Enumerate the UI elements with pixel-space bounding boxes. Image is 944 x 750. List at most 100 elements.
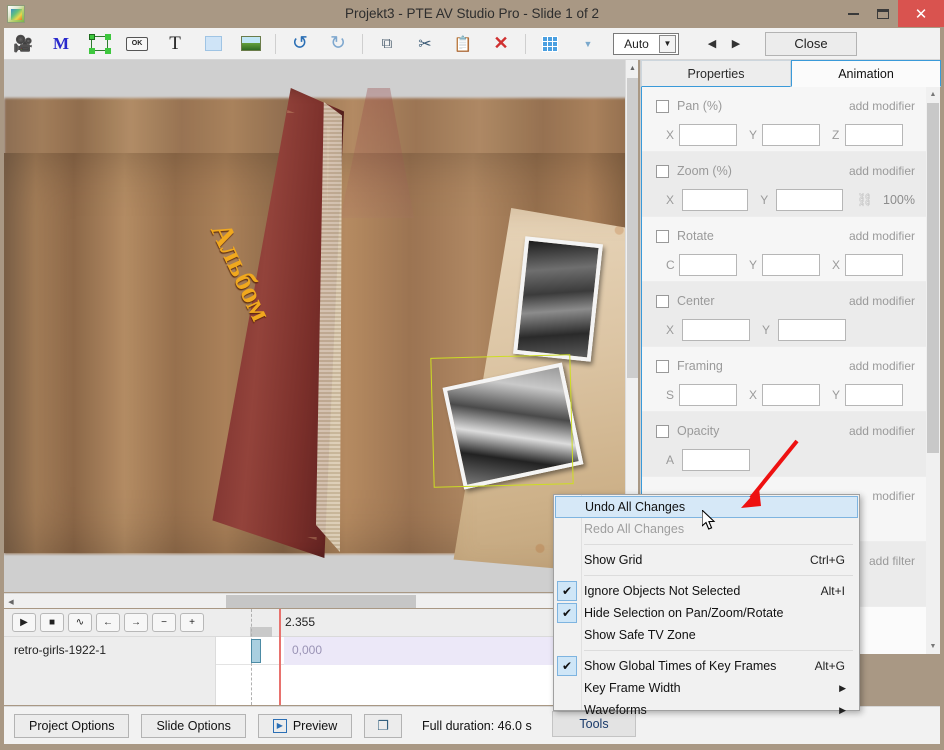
rotate-add-modifier-link[interactable]: add modifier: [849, 229, 915, 243]
menu-item-waveforms[interactable]: Waveforms ▶: [554, 699, 859, 721]
zoom-add-modifier-link[interactable]: add modifier: [849, 164, 915, 178]
redo-icon[interactable]: ↻: [319, 29, 357, 59]
timeline-track-row[interactable]: retro-girls-1922-1 0,000: [4, 637, 638, 665]
framing-add-modifier-link[interactable]: add modifier: [849, 359, 915, 373]
delete-icon[interactable]: ✕: [482, 29, 520, 59]
chain-link-icon[interactable]: ⛓: [857, 192, 874, 208]
center-checkbox[interactable]: [656, 294, 669, 308]
button-object-icon[interactable]: OK: [118, 29, 156, 59]
play-button[interactable]: ▶: [12, 613, 36, 632]
row-header: Center add modifier: [656, 292, 915, 310]
stop-button[interactable]: ■: [40, 613, 64, 632]
zoom-level-select[interactable]: Auto ▼: [613, 32, 679, 55]
framing-s-input[interactable]: [679, 384, 737, 406]
preview-area[interactable]: Альбом ▲: [4, 60, 638, 592]
tab-properties[interactable]: Properties: [641, 60, 791, 87]
zoom-y-input[interactable]: [775, 189, 843, 211]
pan-x-input[interactable]: [679, 124, 737, 146]
tab-animation[interactable]: Animation: [791, 60, 941, 87]
rotate-y-input[interactable]: [762, 254, 820, 276]
menu-item-hide-selection-on-pan-zoom-rotate[interactable]: ✔ Hide Selection on Pan/Zoom/Rotate: [554, 602, 859, 624]
opacity-a-input[interactable]: [682, 449, 750, 471]
keyframe-marker-box[interactable]: [250, 627, 272, 637]
rotate-x-input[interactable]: [845, 254, 903, 276]
preview-label: Preview: [292, 718, 338, 733]
menu-item-shortcut: Alt+I: [820, 584, 845, 598]
preview-button[interactable]: ▶ Preview: [257, 713, 353, 738]
project-options-button[interactable]: Project Options: [14, 713, 130, 738]
scrollbar-thumb[interactable]: [226, 595, 416, 608]
panel-vertical-scrollbar[interactable]: ▲ ▼: [926, 87, 940, 654]
menu-item-undo-all-changes[interactable]: Undo All Changes: [555, 496, 858, 518]
frame-icon[interactable]: [80, 29, 118, 59]
chevron-down-icon[interactable]: ▼: [659, 34, 676, 53]
opacity-add-modifier-link[interactable]: add modifier: [849, 424, 915, 438]
keyframe-handle[interactable]: [251, 639, 261, 663]
zoom-percent-value: 100%: [883, 193, 915, 207]
menu-item-key-frame-width[interactable]: Key Frame Width ▶: [554, 677, 859, 699]
timeline-horizontal-scrollbar[interactable]: ◀: [4, 593, 638, 608]
paste-icon[interactable]: 📋: [444, 29, 482, 59]
copy-icon[interactable]: ⧉: [368, 29, 406, 59]
framing-y-input[interactable]: [845, 384, 903, 406]
image-object-icon[interactable]: [232, 29, 270, 59]
slide-options-button[interactable]: Slide Options: [141, 713, 246, 738]
center-add-modifier-link[interactable]: add modifier: [849, 294, 915, 308]
undo-icon[interactable]: ↺: [281, 29, 319, 59]
grid-icon[interactable]: [531, 29, 569, 59]
zoom-out-button[interactable]: −: [152, 613, 176, 632]
scroll-left-icon[interactable]: ◀: [4, 594, 18, 609]
menu-item-show-safe-tv-zone[interactable]: Show Safe TV Zone: [554, 624, 859, 646]
pan-checkbox[interactable]: [656, 99, 669, 113]
checkmark-icon: ✔: [557, 656, 577, 676]
zoom-checkbox[interactable]: [656, 164, 669, 178]
next-slide-icon[interactable]: ▶: [725, 32, 747, 56]
opacity-checkbox[interactable]: [656, 424, 669, 438]
scrollbar-thumb[interactable]: [627, 78, 638, 378]
rectangle-object-icon[interactable]: [194, 29, 232, 59]
close-editor-button[interactable]: Close: [765, 31, 857, 56]
pan-y-input[interactable]: [762, 124, 820, 146]
mask-icon[interactable]: M: [42, 29, 80, 59]
zoom-in-button[interactable]: +: [180, 613, 204, 632]
video-clip-icon[interactable]: 🎥: [4, 29, 42, 59]
scroll-up-icon[interactable]: ▲: [626, 60, 638, 76]
scrollbar-thumb[interactable]: [927, 103, 939, 453]
photo-album-object[interactable]: Альбом: [204, 88, 638, 578]
prev-slide-icon[interactable]: ◀: [701, 32, 723, 56]
menu-item-label: Undo All Changes: [585, 500, 686, 514]
scroll-up-icon[interactable]: ▲: [926, 87, 940, 102]
menu-separator: [584, 650, 853, 651]
cut-icon[interactable]: ✂: [406, 29, 444, 59]
occluded-add-modifier-link[interactable]: modifier: [872, 489, 915, 503]
zoom-x-input[interactable]: [681, 189, 749, 211]
scroll-down-icon[interactable]: ▼: [926, 639, 940, 654]
prev-keyframe-button[interactable]: ←: [96, 613, 120, 632]
minimize-button[interactable]: [838, 0, 868, 27]
framing-checkbox[interactable]: [656, 359, 669, 373]
close-window-button[interactable]: ✕: [898, 0, 944, 27]
object-selection-rectangle[interactable]: [430, 354, 574, 488]
add-filter-link[interactable]: add filter: [869, 554, 915, 568]
duplicate-window-button[interactable]: ❐: [364, 713, 402, 738]
track-name-column: [4, 665, 216, 705]
center-x-input[interactable]: [682, 319, 750, 341]
animation-row-rotate: Rotate add modifier C Y X: [642, 217, 927, 282]
timeline-empty-row: [4, 665, 638, 705]
timeline-playhead[interactable]: [279, 609, 281, 705]
menu-item-show-grid[interactable]: Show Grid Ctrl+G: [554, 549, 859, 571]
text-object-icon[interactable]: T: [156, 29, 194, 59]
menu-item-show-global-times-of-key-frames[interactable]: ✔ Show Global Times of Key Frames Alt+G: [554, 655, 859, 677]
menu-item-ignore-objects-not-selected[interactable]: ✔ Ignore Objects Not Selected Alt+I: [554, 580, 859, 602]
grid-dropdown-icon[interactable]: ▼: [569, 29, 607, 59]
pan-add-modifier-link[interactable]: add modifier: [849, 99, 915, 113]
pan-z-input[interactable]: [845, 124, 903, 146]
next-keyframe-button[interactable]: →: [124, 613, 148, 632]
waveform-button[interactable]: ∿: [68, 613, 92, 632]
framing-x-input[interactable]: [762, 384, 820, 406]
rotate-checkbox[interactable]: [656, 229, 669, 243]
rotate-c-input[interactable]: [679, 254, 737, 276]
center-y-input[interactable]: [778, 319, 846, 341]
photo-thumbnail[interactable]: [513, 236, 603, 362]
maximize-button[interactable]: [868, 0, 898, 27]
